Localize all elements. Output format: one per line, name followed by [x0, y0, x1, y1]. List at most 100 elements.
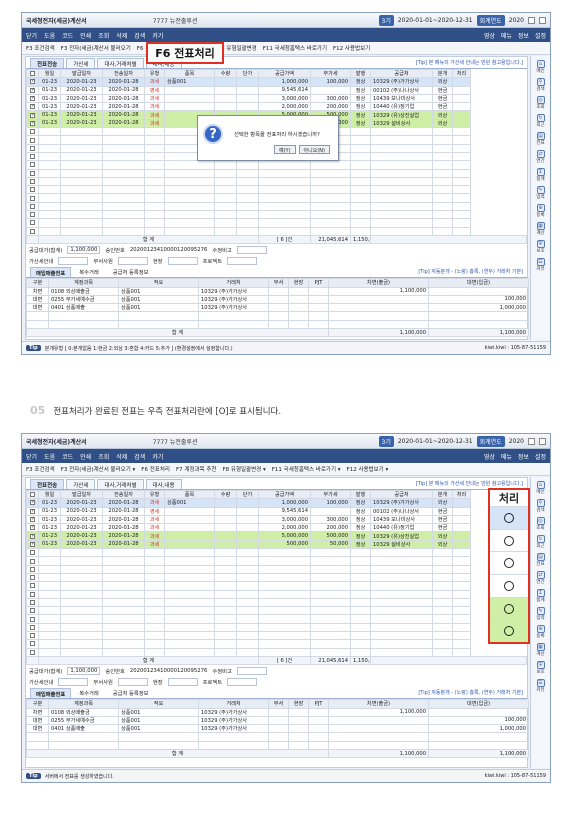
row-checkbox-cell[interactable]: [26, 514, 39, 525]
row-checkbox[interactable]: [30, 583, 35, 589]
cell-vendor[interactable]: 10329 (유)상진실업: [370, 531, 433, 541]
row-checkbox[interactable]: [30, 87, 35, 93]
cell-vat[interactable]: 300,000: [310, 93, 351, 104]
row-checkbox-cell[interactable]: [26, 639, 39, 649]
journal-cell-memo[interactable]: 상품001: [118, 715, 199, 726]
cell-sent[interactable]: 2020-01-28: [102, 110, 145, 120]
cell-sent[interactable]: 2020-01-28: [102, 498, 145, 508]
empty-row[interactable]: [26, 572, 527, 583]
table-row[interactable]: 01-232020-01-232020-01-28영세 9,545,614 정상00…: [26, 85, 527, 95]
empty-row[interactable]: [26, 160, 527, 170]
cell-day[interactable]: 01-23: [38, 539, 61, 550]
sidebar-item-4[interactable]: ↻ 최근: [536, 535, 545, 549]
cell-qty[interactable]: [214, 77, 237, 87]
toolbar-button[interactable]: 인쇄: [80, 452, 91, 461]
cell-journal[interactable]: 외상: [432, 531, 453, 541]
row-checkbox-cell[interactable]: [26, 531, 39, 541]
journal-row[interactable]: 차변 0108 외상매출금 상품001 10329 (주)가가상사 1,100,000: [26, 707, 529, 717]
row-checkbox[interactable]: [30, 195, 35, 201]
journal-cell-site[interactable]: [288, 303, 309, 313]
cell-vat[interactable]: 100,000: [310, 77, 351, 87]
sidebar-item-10[interactable]: ▦ 계산: [536, 222, 545, 236]
row-checkbox-cell[interactable]: [26, 201, 39, 212]
journal-cell-debit[interactable]: [328, 303, 429, 313]
empty-row[interactable]: [26, 647, 527, 657]
row-checkbox-cell[interactable]: [26, 506, 39, 516]
sidebar-item-2[interactable]: ⚲ 검색: [536, 78, 545, 92]
sidebar-item-1[interactable]: ⌂ 메인: [536, 60, 545, 74]
cell-issue[interactable]: 2020-01-23: [60, 506, 103, 516]
empty-row[interactable]: [26, 622, 527, 633]
cell-day[interactable]: 01-23: [38, 531, 61, 541]
edit-note-field[interactable]: [236, 666, 267, 675]
row-checkbox[interactable]: [30, 600, 35, 605]
journal-cell-credit[interactable]: [428, 286, 529, 296]
row-checkbox[interactable]: [30, 120, 35, 126]
function-key-button[interactable]: F12 사용법보기 ▾: [347, 465, 389, 473]
table-row[interactable]: 01-232020-01-232020-01-28과세 500,00050,000…: [26, 539, 527, 550]
row-checkbox-cell[interactable]: [26, 523, 39, 533]
journal-cell-credit[interactable]: 1,000,000: [428, 724, 529, 734]
row-checkbox[interactable]: [30, 212, 35, 218]
cell-type[interactable]: 영세: [144, 506, 165, 516]
tab-2[interactable]: 가산세: [66, 58, 96, 68]
row-checkbox-cell[interactable]: [26, 151, 39, 162]
tax-guide-field[interactable]: [58, 256, 89, 265]
tab-1[interactable]: 전표전송: [30, 479, 65, 489]
edit-note-field[interactable]: [236, 245, 267, 254]
cell-issued[interactable]: 정상: [350, 539, 371, 550]
cell-type[interactable]: 과세: [144, 118, 165, 129]
row-checkbox[interactable]: [30, 566, 35, 572]
cell-vendor[interactable]: 00102 (주)나나상사: [370, 506, 433, 516]
cell-issued[interactable]: 정상: [350, 514, 371, 525]
cell-day[interactable]: 01-23: [38, 85, 61, 95]
empty-row[interactable]: [26, 548, 527, 558]
cell-type[interactable]: 과세: [144, 531, 165, 541]
journal-cell-account[interactable]: 0255 부가세예수금: [48, 715, 119, 726]
cell-issue[interactable]: 2020-01-23: [60, 498, 103, 508]
row-checkbox[interactable]: [30, 591, 35, 597]
cell-day[interactable]: 01-23: [38, 523, 61, 533]
empty-row[interactable]: [26, 168, 527, 178]
journal-cell-debit[interactable]: [328, 715, 429, 726]
sidebar-item-10[interactable]: ▦ 계산: [536, 643, 545, 657]
cell-type[interactable]: 과세: [144, 523, 165, 533]
cell-qty[interactable]: [214, 531, 237, 541]
cell-issue[interactable]: 2020-01-23: [60, 102, 103, 112]
cell-type[interactable]: 과세: [144, 498, 165, 508]
toolbar-button[interactable]: 검색: [134, 452, 145, 461]
function-key-button[interactable]: F3 조건검색: [26, 465, 55, 473]
cell-price[interactable]: [236, 85, 259, 95]
journal-cell-vendor[interactable]: 10329 (주)가가상사: [198, 724, 269, 734]
row-checkbox-cell[interactable]: [26, 77, 39, 87]
row-checkbox[interactable]: [30, 649, 35, 655]
no-button[interactable]: 아니오(N): [298, 145, 330, 154]
cell-day[interactable]: 01-23: [38, 93, 61, 104]
toolbar-button[interactable]: 인쇄: [80, 31, 91, 40]
sidebar-item-2[interactable]: ⚲ 검색: [536, 499, 545, 513]
sidebar-item-8[interactable]: ✎ 입력: [536, 607, 545, 621]
cell-vat[interactable]: [310, 85, 351, 95]
row-checkbox-cell[interactable]: [26, 581, 39, 591]
cell-price[interactable]: [236, 498, 259, 508]
function-key-button[interactable]: F3 전자(세금)계산서 불러오기 ▾: [61, 465, 136, 473]
minimize-icon[interactable]: [528, 437, 535, 445]
cell-sent[interactable]: 2020-01-28: [102, 77, 145, 87]
sidebar-item-8[interactable]: ✎ 입력: [536, 186, 545, 200]
toolbar-button[interactable]: 삭제: [116, 31, 127, 40]
empty-row[interactable]: [26, 218, 527, 228]
cell-supply[interactable]: 2,000,000: [258, 102, 311, 112]
cell-journal[interactable]: 현금: [432, 514, 453, 525]
cell-issued[interactable]: 정상: [350, 498, 371, 508]
cell-issued[interactable]: 정상: [350, 102, 371, 112]
sidebar-item-5[interactable]: ▤ 전표: [536, 553, 545, 567]
row-checkbox-cell[interactable]: [26, 193, 39, 203]
row-checkbox[interactable]: [30, 129, 35, 135]
cell-sent[interactable]: 2020-01-28: [102, 93, 145, 104]
cell-qty[interactable]: [214, 93, 237, 104]
journal-cell-pjt[interactable]: [308, 715, 329, 726]
row-checkbox-cell[interactable]: [26, 614, 39, 624]
cell-sent[interactable]: 2020-01-28: [102, 506, 145, 516]
journal-row[interactable]: 차변 0108 외상매출금 상품001 10329 (주)가가상사 1,100,000: [26, 286, 529, 296]
cell-vendor[interactable]: 10329 (주)가가상사: [370, 77, 433, 87]
